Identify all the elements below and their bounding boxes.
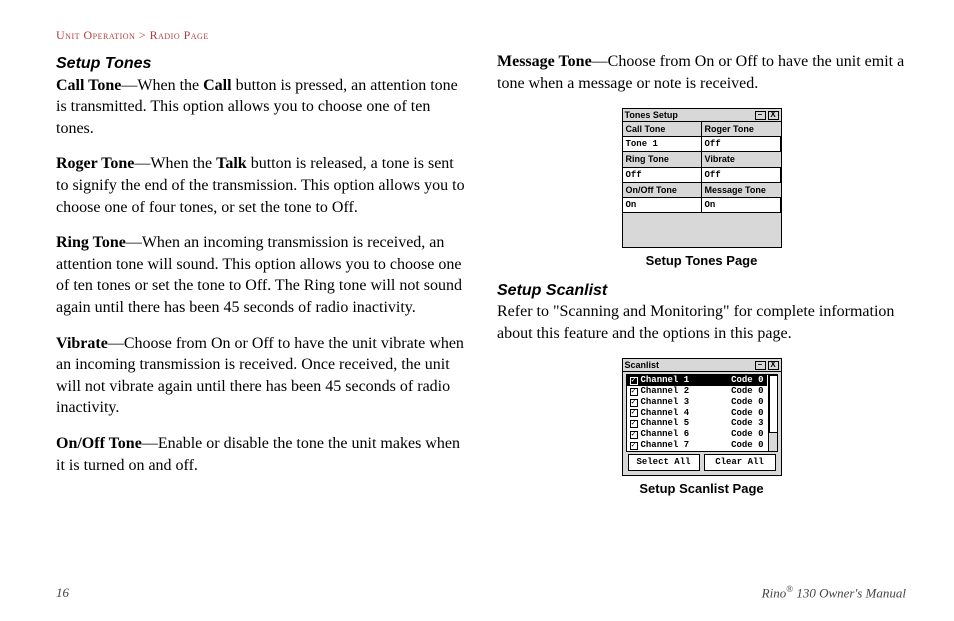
- scanlist-channel: Channel 6: [641, 430, 729, 440]
- checkbox-icon: ✓: [630, 388, 638, 396]
- breadcrumb: Unit Operation > Radio Page: [56, 28, 906, 43]
- scanlist-titlebar: Scanlist – X: [623, 359, 781, 372]
- close-icon: X: [768, 361, 779, 370]
- para-message-tone: Message Tone—Choose from On or Off to ha…: [497, 51, 906, 94]
- heading-setup-scanlist: Setup Scanlist: [497, 280, 906, 302]
- scanlist-code: Code 3: [731, 419, 763, 429]
- scrollbar: [768, 375, 777, 451]
- close-icon: X: [768, 111, 779, 120]
- figure-scanlist: Scanlist – X ✓Channel 1Code 0✓Channel 2C…: [497, 358, 906, 497]
- minimize-icon: –: [755, 361, 766, 370]
- scanlist-code: Code 0: [731, 376, 763, 386]
- tones-titlebar: Tones Setup – X: [623, 109, 781, 122]
- t: —When the: [121, 77, 203, 94]
- tones-label: Ring Tone: [623, 152, 702, 167]
- term-ring-tone: Ring Tone: [56, 234, 126, 251]
- scanlist-channel: Channel 5: [641, 419, 729, 429]
- scanlist-row: ✓Channel 7Code 0: [627, 441, 767, 452]
- tones-value: On: [623, 198, 702, 213]
- tones-window: Tones Setup – X Call Tone Roger Tone Ton…: [622, 108, 782, 248]
- footer-product: Rino® 130 Owner's Manual: [762, 584, 906, 601]
- tones-blank: [623, 213, 781, 247]
- tones-value: Off: [702, 168, 781, 183]
- scanlist-window: Scanlist – X ✓Channel 1Code 0✓Channel 2C…: [622, 358, 782, 475]
- footer: 16 Rino® 130 Owner's Manual: [56, 584, 906, 601]
- scanlist-list: ✓Channel 1Code 0✓Channel 2Code 0✓Channel…: [626, 374, 778, 452]
- right-column: Message Tone—Choose from On or Off to ha…: [497, 51, 906, 503]
- tones-label: Roger Tone: [702, 122, 781, 137]
- t: Rino: [762, 585, 787, 600]
- scanlist-code: Code 0: [731, 409, 763, 419]
- scanlist-title: Scanlist: [625, 359, 753, 371]
- scanlist-row: ✓Channel 4Code 0: [627, 408, 767, 419]
- checkbox-icon: ✓: [630, 420, 638, 428]
- tones-label: On/Off Tone: [623, 183, 702, 198]
- para-roger-tone: Roger Tone—When the Talk button is relea…: [56, 153, 465, 218]
- scanlist-channel: Channel 2: [641, 387, 729, 397]
- tones-label: Vibrate: [702, 152, 781, 167]
- scanlist-row: ✓Channel 2Code 0: [627, 386, 767, 397]
- checkbox-icon: ✓: [630, 431, 638, 439]
- tones-label: Call Tone: [623, 122, 702, 137]
- term-call-button: Call: [203, 77, 231, 94]
- term-talk-button: Talk: [216, 155, 247, 172]
- term-call-tone: Call Tone: [56, 77, 121, 94]
- para-onoff-tone: On/Off Tone—Enable or disable the tone t…: [56, 433, 465, 476]
- scanlist-channel: Channel 1: [641, 376, 729, 386]
- scanlist-row: ✓Channel 3Code 0: [627, 397, 767, 408]
- scanlist-row: ✓Channel 1Code 0: [627, 375, 767, 386]
- minimize-icon: –: [755, 111, 766, 120]
- select-all-button: Select All: [628, 454, 700, 470]
- checkbox-icon: ✓: [630, 442, 638, 450]
- para-call-tone: Call Tone—When the Call button is presse…: [56, 75, 465, 140]
- term-vibrate: Vibrate: [56, 335, 108, 352]
- tones-value: Off: [702, 137, 781, 152]
- scrollbar-thumb: [769, 375, 777, 433]
- scanlist-channel: Channel 4: [641, 409, 729, 419]
- t: 130 Owner's Manual: [793, 585, 906, 600]
- checkbox-icon: ✓: [630, 399, 638, 407]
- scanlist-code: Code 0: [731, 387, 763, 397]
- para-ring-tone: Ring Tone—When an incoming transmission …: [56, 232, 465, 318]
- t: —Choose from On or Off to have the unit …: [56, 335, 464, 417]
- scanlist-row: ✓Channel 6Code 0: [627, 430, 767, 441]
- heading-setup-tones: Setup Tones: [56, 53, 465, 75]
- tones-value: Off: [623, 168, 702, 183]
- term-message-tone: Message Tone: [497, 53, 592, 70]
- para-vibrate: Vibrate—Choose from On or Off to have th…: [56, 333, 465, 419]
- scanlist-channel: Channel 7: [641, 441, 729, 451]
- clear-all-button: Clear All: [704, 454, 776, 470]
- scanlist-code: Code 0: [731, 430, 763, 440]
- scanlist-caption: Setup Scanlist Page: [497, 480, 906, 498]
- t: —When the: [134, 155, 216, 172]
- checkbox-icon: ✓: [630, 409, 638, 417]
- scanlist-code: Code 0: [731, 398, 763, 408]
- term-onoff-tone: On/Off Tone: [56, 435, 142, 452]
- left-column: Setup Tones Call Tone—When the Call butt…: [56, 51, 465, 503]
- scanlist-body: ✓Channel 1Code 0✓Channel 2Code 0✓Channel…: [623, 372, 781, 474]
- page-number: 16: [56, 585, 69, 601]
- scanlist-code: Code 0: [731, 441, 763, 451]
- tones-value: Tone 1: [623, 137, 702, 152]
- para-scanlist: Refer to "Scanning and Monitoring" for c…: [497, 301, 906, 344]
- checkbox-icon: ✓: [630, 377, 638, 385]
- figure-tones-setup: Tones Setup – X Call Tone Roger Tone Ton…: [497, 108, 906, 269]
- tones-label: Message Tone: [702, 183, 781, 198]
- tones-title: Tones Setup: [625, 109, 753, 121]
- tones-value: On: [702, 198, 781, 213]
- scanlist-channel: Channel 3: [641, 398, 729, 408]
- term-roger-tone: Roger Tone: [56, 155, 134, 172]
- tones-caption: Setup Tones Page: [497, 252, 906, 270]
- scanlist-row: ✓Channel 5Code 3: [627, 419, 767, 430]
- tones-grid: Call Tone Roger Tone Tone 1 Off Ring Ton…: [623, 122, 781, 247]
